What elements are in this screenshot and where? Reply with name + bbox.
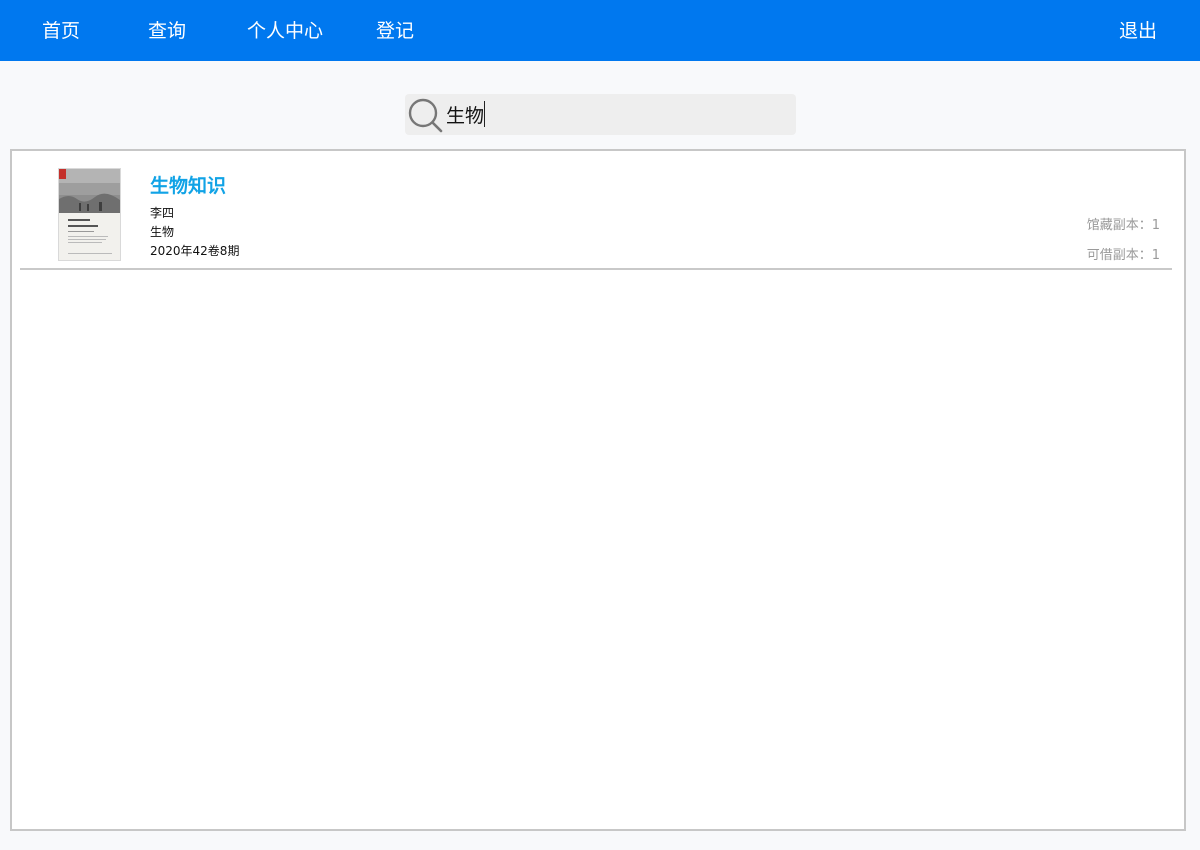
- nav-item-register[interactable]: 登记: [376, 0, 414, 61]
- nav-item-query[interactable]: 查询: [148, 0, 186, 61]
- available-copies: 可借副本：1: [1087, 244, 1160, 263]
- search-icon[interactable]: [405, 94, 446, 135]
- book-title-link[interactable]: 生物知识: [150, 171, 226, 198]
- book-author: 李四: [150, 206, 175, 220]
- nav-item-home[interactable]: 首页: [42, 0, 80, 61]
- holdings-copies-count: 1: [1151, 218, 1160, 233]
- holdings-copies-label: 馆藏副本：: [1086, 218, 1152, 233]
- top-nav-bar: 首页 查询 个人中心 登记 退出: [0, 0, 1200, 61]
- nav-item-personal-center[interactable]: 个人中心: [247, 0, 323, 61]
- logout-button[interactable]: 退出: [1119, 0, 1157, 61]
- available-copies-label: 可借副本：: [1086, 248, 1152, 263]
- book-cover-image[interactable]: [59, 169, 120, 260]
- search-bar: [405, 94, 796, 135]
- book-issue: 2020年42卷8期: [150, 244, 240, 258]
- text-caret: [484, 101, 485, 127]
- search-input[interactable]: [446, 94, 791, 135]
- holdings-copies: 馆藏副本：1: [1087, 214, 1160, 233]
- book-result-row[interactable]: 生物知识 李四 生物 2020年42卷8期 馆藏副本：1 可借副本：1: [20, 151, 1172, 270]
- book-category: 生物: [150, 225, 175, 239]
- available-copies-count: 1: [1151, 248, 1160, 263]
- search-results-panel: 生物知识 李四 生物 2020年42卷8期 馆藏副本：1 可借副本：1: [10, 149, 1186, 831]
